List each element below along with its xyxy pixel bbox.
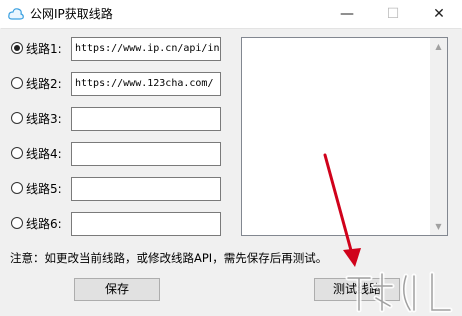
- watermark-logo: [345, 271, 453, 313]
